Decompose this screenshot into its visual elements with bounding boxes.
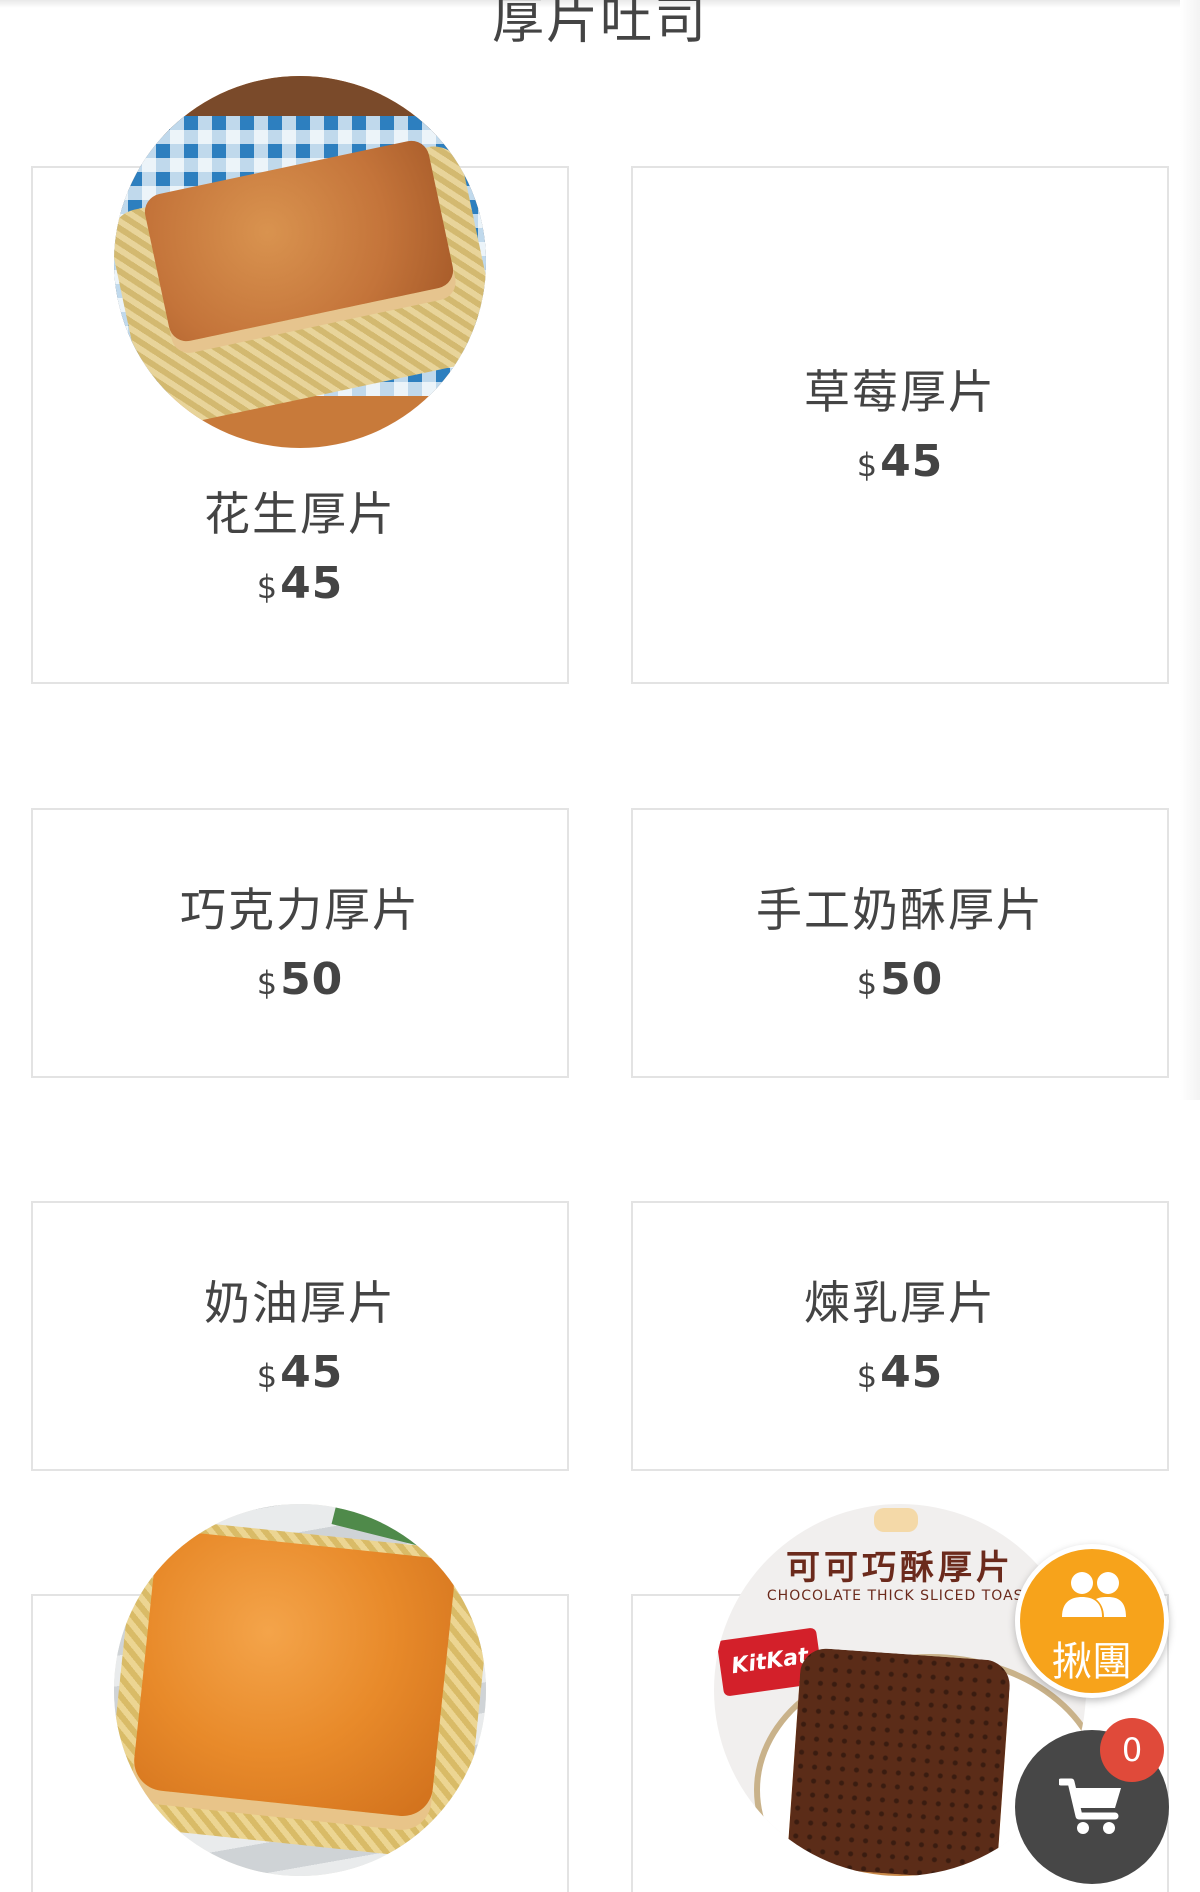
product-name: 花生厚片 xyxy=(204,487,396,541)
currency-symbol: $ xyxy=(856,446,879,484)
product-card-chocolate[interactable]: 巧克力厚片 $50 xyxy=(31,808,569,1078)
product-price: $50 xyxy=(633,954,1167,1005)
product-card-condensed-milk[interactable]: 煉乳厚片 $45 xyxy=(631,1201,1169,1471)
price-value: 50 xyxy=(280,954,344,1005)
cart-count-badge: 0 xyxy=(1100,1718,1164,1782)
group-buy-label: 揪團 xyxy=(1052,1639,1132,1685)
product-price: $45 xyxy=(33,1347,567,1398)
price-value: 45 xyxy=(280,558,344,609)
product-price: $45 xyxy=(633,1347,1167,1398)
shopping-cart-icon xyxy=(1059,1778,1121,1834)
price-value: 50 xyxy=(880,954,944,1005)
product-name: 手工奶酥厚片 xyxy=(756,883,1044,937)
price-value: 45 xyxy=(880,1347,944,1398)
currency-symbol: $ xyxy=(256,964,279,1002)
product-card-butter[interactable]: 奶油厚片 $45 xyxy=(31,1201,569,1471)
price-value: 45 xyxy=(880,436,944,487)
brand-logo xyxy=(874,1508,918,1532)
currency-symbol: $ xyxy=(256,568,279,606)
price-value: 45 xyxy=(280,1347,344,1398)
product-name: 煉乳厚片 xyxy=(804,1276,996,1330)
product-card-milk-crisp[interactable]: 手工奶酥厚片 $50 xyxy=(631,808,1169,1078)
product-image-peanut-toast[interactable] xyxy=(114,76,486,448)
currency-symbol: $ xyxy=(856,1357,879,1395)
toast-slice xyxy=(131,1529,457,1819)
group-buy-button[interactable]: 揪團 xyxy=(1015,1544,1169,1698)
product-card-strawberry[interactable]: 草莓厚片 $45 xyxy=(631,166,1169,684)
product-name: 草莓厚片 xyxy=(804,365,996,419)
currency-symbol: $ xyxy=(256,1357,279,1395)
product-name: 巧克力厚片 xyxy=(180,883,420,937)
section-title: 厚片吐司 xyxy=(491,0,708,51)
scroll-edge xyxy=(1180,0,1200,1100)
group-people-icon xyxy=(1062,1572,1126,1617)
currency-symbol: $ xyxy=(856,964,879,1002)
product-image-butter-toast[interactable] xyxy=(114,1504,486,1876)
product-price: $45 xyxy=(33,558,567,609)
product-price: $45 xyxy=(633,436,1167,487)
product-price: $50 xyxy=(33,954,567,1005)
product-list-page: 厚片吐司 花生厚片 $45 草莓厚片 $45 巧克力厚片 $50 手工奶酥厚片 … xyxy=(0,0,1200,1892)
toast-slice xyxy=(786,1646,1012,1876)
product-name: 奶油厚片 xyxy=(204,1276,396,1330)
